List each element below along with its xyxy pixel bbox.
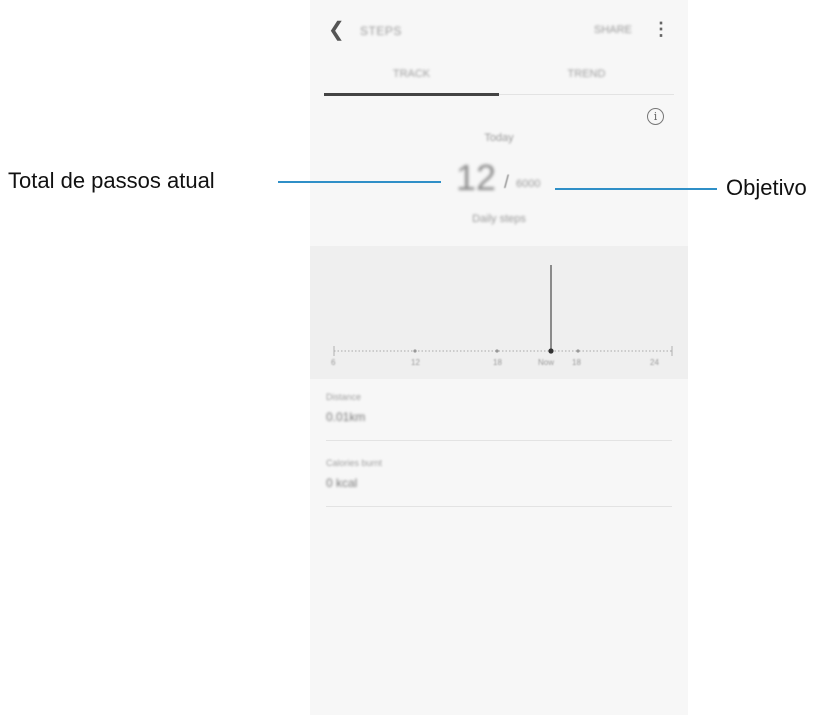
day-label: Today (484, 132, 514, 144)
stat-value: 0.01km (326, 410, 366, 424)
steps-separator: / (504, 172, 510, 192)
stat-label: Distance (326, 392, 362, 402)
callout-goal: Objetivo (726, 175, 807, 200)
page-title: STEPS (360, 24, 402, 38)
callout-leader-line (555, 188, 717, 190)
axis-tick (413, 349, 417, 353)
back-arrow-icon[interactable]: ❮ (328, 20, 345, 40)
axis-label: 18 (572, 358, 581, 367)
more-options-icon[interactable]: ⋮ (652, 20, 670, 38)
current-time-marker (548, 348, 554, 354)
axis-label: 18 (493, 358, 502, 367)
tab-indicator (324, 93, 499, 96)
stat-distance: Distance 0.01km (326, 388, 672, 441)
callout-current-steps: Total de passos atual (8, 168, 215, 193)
steps-caption: Daily steps (472, 213, 526, 225)
axis-tick (495, 349, 499, 353)
callout-leader-line (278, 181, 441, 183)
info-icon[interactable]: i (647, 108, 664, 125)
axis-label-now: Now (538, 358, 555, 367)
axis-label: 24 (650, 358, 659, 367)
phone-screen: ❮ STEPS SHARE ⋮ TRACK TREND i Today 12 /… (310, 0, 688, 715)
tab-track[interactable]: TRACK (324, 68, 499, 80)
stat-value: 0 kcal (326, 476, 358, 490)
axis-label: 6 (331, 358, 336, 367)
tab-bar: TRACK TREND (324, 60, 674, 96)
steps-target-value[interactable]: 6000 (516, 178, 540, 190)
stat-label: Calories burnt (326, 458, 383, 468)
app-bar: ❮ STEPS SHARE ⋮ (310, 0, 688, 60)
stat-calories: Calories burnt 0 kcal (326, 454, 672, 507)
axis-label: 12 (411, 358, 420, 367)
axis-tick (576, 349, 580, 353)
figure: ❮ STEPS SHARE ⋮ TRACK TREND i Today 12 /… (0, 0, 838, 715)
share-button[interactable]: SHARE (594, 24, 632, 36)
tab-trend[interactable]: TREND (499, 68, 674, 80)
current-steps-value: 12 (456, 157, 497, 198)
